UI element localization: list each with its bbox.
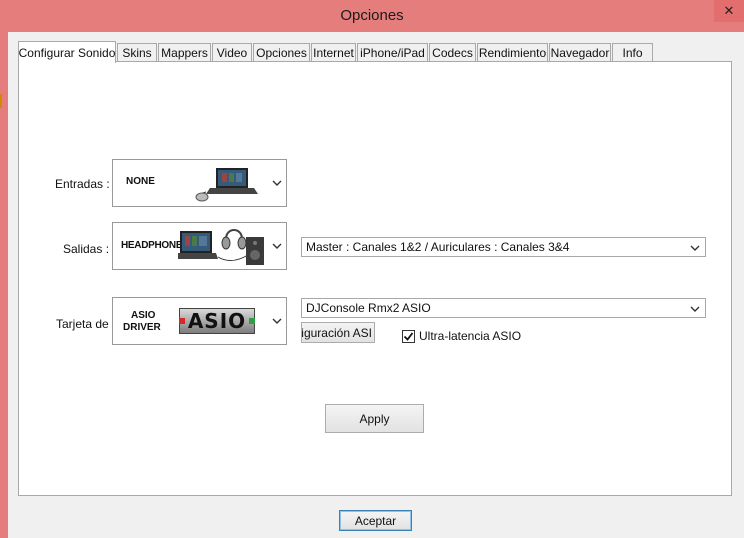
card-image-text-line2: DRIVER bbox=[123, 322, 161, 333]
chevron-down-icon bbox=[690, 306, 700, 312]
chevron-down-icon bbox=[272, 243, 282, 249]
window-left-edge bbox=[0, 32, 8, 538]
asio-logo-left-mark bbox=[179, 318, 185, 324]
tab-opciones[interactable]: Opciones bbox=[253, 43, 310, 62]
chevron-down-icon bbox=[272, 318, 282, 324]
asio-config-button-label: nfiguración ASI bbox=[301, 325, 372, 340]
tab-video[interactable]: Video bbox=[212, 43, 252, 62]
close-button[interactable]: ✕ bbox=[714, 0, 744, 22]
accept-button-label: Aceptar bbox=[354, 513, 397, 528]
tab-skins[interactable]: Skins bbox=[117, 43, 157, 62]
tab-iphone-ipad[interactable]: iPhone/iPad bbox=[357, 43, 428, 62]
card-image-text-line1: ASIO bbox=[131, 310, 156, 321]
laptop-with-mouse-icon bbox=[195, 168, 258, 202]
card-image-dropdown[interactable]: ASIO DRIVER ASIO bbox=[112, 297, 287, 345]
asio-logo-text: ASIO bbox=[187, 309, 247, 333]
laptop-headphones-speaker-icon bbox=[178, 229, 264, 265]
ultra-latency-checkbox[interactable] bbox=[402, 329, 415, 343]
tab-navegador[interactable]: Navegador bbox=[549, 43, 611, 62]
tab-codecs[interactable]: Codecs bbox=[429, 43, 476, 62]
asio-logo: ASIO bbox=[179, 308, 255, 334]
close-icon: ✕ bbox=[723, 3, 735, 18]
device-value: DJConsole Rmx2 ASIO bbox=[306, 301, 431, 315]
tab-internet[interactable]: Internet bbox=[311, 43, 356, 62]
ultra-latency-option[interactable]: Ultra-latencia ASIO bbox=[402, 329, 521, 343]
asio-config-button[interactable]: nfiguración ASI bbox=[301, 322, 375, 343]
accept-button[interactable]: Aceptar bbox=[339, 510, 412, 531]
edge-marker bbox=[0, 94, 2, 108]
outputs-image-dropdown[interactable]: HEADPHONES bbox=[112, 222, 287, 270]
inputs-image-dropdown[interactable]: NONE bbox=[112, 159, 287, 207]
asio-logo-right-mark bbox=[249, 318, 255, 324]
title-bar: Opciones ✕ bbox=[0, 0, 744, 32]
channel-mode-dropdown[interactable]: Master : Canales 1&2 / Auriculares : Can… bbox=[301, 237, 706, 257]
tab-info[interactable]: Info bbox=[612, 43, 653, 62]
card-label: Tarjeta de bbox=[56, 317, 109, 331]
chevron-down-icon bbox=[690, 245, 700, 251]
tab-mappers[interactable]: Mappers bbox=[158, 43, 211, 62]
channel-mode-value: Master : Canales 1&2 / Auriculares : Can… bbox=[306, 240, 570, 254]
window-title: Opciones bbox=[340, 7, 404, 24]
ultra-latency-label: Ultra-latencia ASIO bbox=[419, 329, 522, 343]
tab-rendimiento[interactable]: Rendimiento bbox=[477, 43, 548, 62]
inputs-label: Entradas : bbox=[55, 177, 110, 191]
checkmark-icon bbox=[403, 331, 414, 341]
inputs-image-text: NONE bbox=[126, 176, 155, 187]
apply-button-label: Apply bbox=[359, 411, 390, 426]
chevron-down-icon bbox=[272, 180, 282, 186]
apply-button[interactable]: Apply bbox=[325, 404, 424, 433]
device-dropdown[interactable]: DJConsole Rmx2 ASIO bbox=[301, 298, 706, 318]
outputs-label: Salidas : bbox=[63, 242, 110, 256]
tab-configurar-sonido[interactable]: Configurar Sonido bbox=[18, 41, 116, 63]
